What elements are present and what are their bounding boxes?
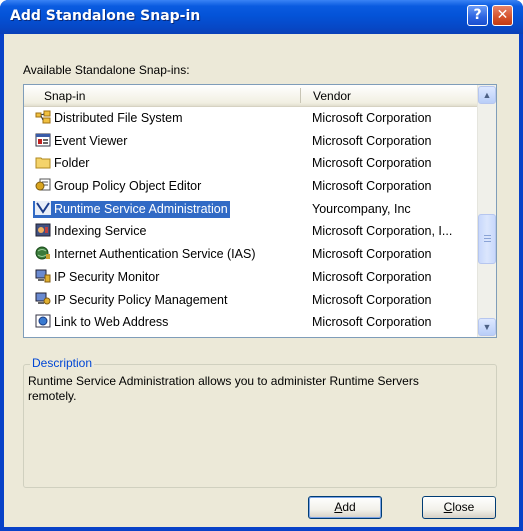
snapin-name: Group Policy Object Editor — [54, 179, 202, 194]
list-header: Snap-in Vendor — [24, 85, 477, 107]
web-link-icon — [35, 314, 51, 328]
help-icon: ? — [473, 7, 482, 23]
indexing-service-icon — [35, 223, 51, 237]
column-header-snapin[interactable]: Snap-in — [44, 89, 85, 103]
close-window-button[interactable]: ✕ — [492, 5, 513, 26]
snapin-vendor: Yourcompany, Inc — [312, 201, 411, 216]
grip-line — [484, 238, 491, 239]
ip-security-policy-icon — [35, 292, 51, 304]
scroll-down-button[interactable]: ▼ — [478, 318, 496, 336]
snapin-vendor: Microsoft Corporation — [312, 247, 432, 262]
add-label-rest: dd — [342, 500, 356, 514]
list-item[interactable]: IP Security Policy Management Microsoft … — [24, 289, 477, 312]
grip-line — [484, 235, 491, 236]
snapin-vendor: Microsoft Corporation, I... — [312, 224, 453, 239]
available-snapins-label: Available Standalone Snap-ins: — [23, 63, 190, 77]
list-item[interactable]: Internet Authentication Service (IAS) Mi… — [24, 243, 477, 266]
chevron-down-icon: ▼ — [482, 322, 492, 332]
snapin-name: Distributed File System — [54, 111, 183, 125]
window-title: Add Standalone Snap-in — [10, 8, 201, 24]
column-divider[interactable] — [300, 88, 301, 103]
help-button[interactable]: ? — [467, 5, 488, 26]
add-button[interactable]: Add — [308, 496, 382, 519]
list-item[interactable]: Distributed File System Microsoft Corpor… — [24, 107, 477, 130]
snapin-vendor: Microsoft Corporation — [312, 292, 432, 307]
list-item[interactable]: Indexing Service Microsoft Corporation, … — [24, 220, 477, 243]
close-icon: ✕ — [496, 7, 509, 23]
list-item[interactable]: Folder Microsoft Corporation — [24, 152, 477, 175]
add-standalone-snapin-dialog: Add Standalone Snap-in ? ✕ Available Sta… — [0, 0, 523, 531]
scroll-up-button[interactable]: ▲ — [478, 86, 496, 104]
close-button[interactable]: Close — [422, 496, 496, 519]
event-viewer-icon — [35, 133, 51, 147]
description-legend: Description — [30, 356, 95, 370]
snapin-name: Link to Web Address — [54, 315, 169, 330]
description-text: Runtime Service Administration allows yo… — [28, 374, 419, 403]
runtime-service-icon — [35, 200, 51, 215]
scroll-thumb[interactable] — [478, 214, 496, 264]
snapin-name: Event Viewer — [54, 133, 128, 148]
chevron-up-icon: ▲ — [482, 90, 492, 100]
list-rows: Distributed File System Microsoft Corpor… — [24, 107, 477, 334]
list-item[interactable]: Runtime Service Administration Yourcompa… — [24, 198, 477, 221]
list-item[interactable]: Event Viewer Microsoft Corporation — [24, 130, 477, 153]
snapin-name: Folder — [54, 156, 90, 171]
snapin-name: Indexing Service — [54, 224, 147, 239]
folder-icon — [35, 157, 51, 169]
grip-line — [484, 241, 491, 242]
close-label-rest: lose — [452, 500, 475, 514]
dfs-icon — [35, 110, 51, 124]
dialog-body: Available Standalone Snap-ins: Snap-in V… — [4, 34, 519, 527]
group-policy-icon — [35, 178, 51, 191]
list-item[interactable]: Link to Web Address Microsoft Corporatio… — [24, 311, 477, 334]
ias-icon — [35, 246, 50, 260]
snapin-name: Runtime Service Administration — [54, 201, 228, 216]
snapin-name: IP Security Policy Management — [54, 292, 228, 307]
snapin-vendor: Microsoft Corporation — [312, 156, 432, 171]
snapin-list[interactable]: Snap-in Vendor Distributed File System M… — [23, 84, 497, 338]
snapin-vendor: Microsoft Corporation — [312, 315, 432, 330]
snapin-vendor: Microsoft Corporation — [312, 133, 432, 148]
list-item[interactable]: Group Policy Object Editor Microsoft Cor… — [24, 175, 477, 198]
list-item[interactable]: IP Security Monitor Microsoft Corporatio… — [24, 266, 477, 289]
snapin-vendor: Microsoft Corporation — [312, 269, 432, 284]
snapin-name: Internet Authentication Service (IAS) — [54, 247, 256, 262]
ip-security-monitor-icon — [35, 269, 51, 283]
column-header-vendor[interactable]: Vendor — [313, 89, 351, 103]
snapin-vendor: Microsoft Corporation — [312, 111, 432, 125]
snapin-vendor: Microsoft Corporation — [312, 179, 432, 194]
snapin-name: IP Security Monitor — [54, 269, 160, 284]
vertical-scrollbar[interactable]: ▲ ▼ — [477, 85, 496, 337]
title-bar[interactable]: Add Standalone Snap-in ? ✕ — [0, 0, 523, 34]
